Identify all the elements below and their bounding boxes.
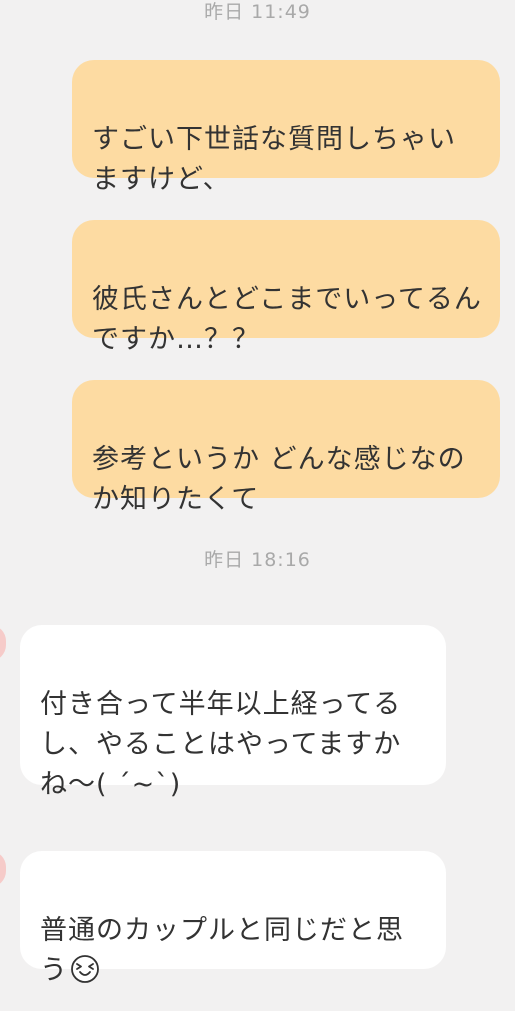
sent-message-bubble[interactable]: 彼氏さんとどこまでいってるんですか…？？: [72, 220, 500, 355]
message-text: 彼氏さんとどこまでいってるんですか…？？: [92, 284, 482, 355]
message-text: 参考というか どんな感じなのか知りたくて: [92, 444, 466, 515]
received-message-bubble[interactable]: 付き合って半年以上経ってるし、やることはやってますかね〜( ´~`): [20, 625, 446, 800]
sender-avatar[interactable]: [0, 851, 6, 887]
timestamp: 昨日 18:16: [204, 549, 311, 571]
grinning-squint-face-icon: [71, 955, 99, 983]
sent-message-bubble[interactable]: 参考というか どんな感じなのか知りたくて: [72, 380, 500, 515]
received-message-bubble[interactable]: 普通のカップルと同じだと思う: [20, 851, 446, 986]
message-text: 付き合って半年以上経ってるし、やることはやってますかね〜( ´~`): [40, 689, 402, 800]
sender-avatar[interactable]: [0, 625, 6, 661]
sent-message-bubble[interactable]: すごい下世話な質問しちゃいますけど、: [72, 60, 500, 195]
timestamp: 昨日 11:49: [204, 1, 311, 23]
message-text: すごい下世話な質問しちゃいますけど、: [92, 124, 456, 195]
